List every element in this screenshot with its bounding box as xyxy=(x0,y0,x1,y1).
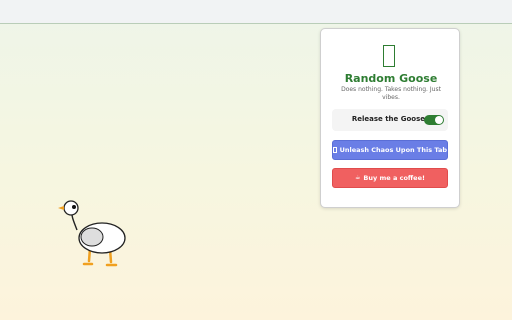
unleash-chaos-button[interactable]: Unleash Chaos Upon This Tab xyxy=(332,140,448,160)
goose-illustration[interactable] xyxy=(56,196,136,270)
extension-popup: Random Goose Does nothing. Takes nothing… xyxy=(320,28,460,208)
release-goose-toggle[interactable] xyxy=(424,115,444,125)
chaos-icon xyxy=(333,147,337,153)
page: Random Goose Does nothing. Takes nothing… xyxy=(0,0,512,320)
buy-coffee-button[interactable]: ☕ Buy me a coffee! xyxy=(332,168,448,188)
buy-coffee-label: Buy me a coffee! xyxy=(363,174,425,182)
browser-toolbar xyxy=(0,0,512,24)
popup-tagline: Does nothing. Takes nothing. Just vibes. xyxy=(341,86,441,101)
popup-title: Random Goose xyxy=(344,72,438,85)
release-goose-row: Release the Goose xyxy=(332,109,448,131)
goose-icon xyxy=(383,45,395,67)
release-goose-label: Release the Goose xyxy=(351,115,425,123)
toggle-knob xyxy=(435,116,443,124)
unleash-chaos-label: Unleash Chaos Upon This Tab xyxy=(339,146,447,154)
coffee-icon: ☕ xyxy=(355,174,361,181)
